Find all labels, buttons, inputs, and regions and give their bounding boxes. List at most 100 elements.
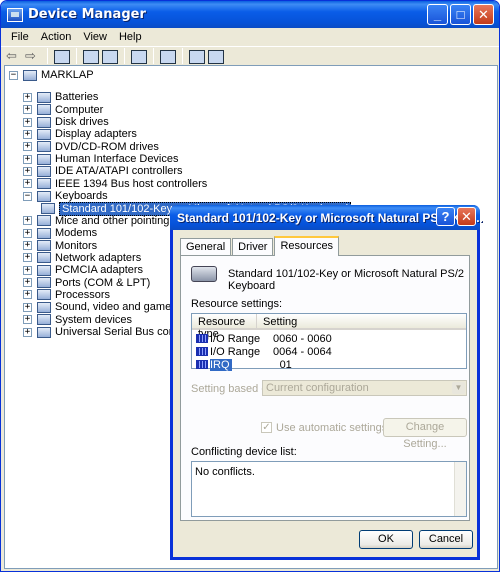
tree-item-label: Human Interface Devices [55,153,179,166]
expand-icon[interactable]: + [23,117,32,127]
device-category-icon [37,252,51,264]
toolbar-separator [153,48,154,64]
resource-icon [196,360,208,369]
tab-driver[interactable]: Driver [232,238,274,255]
resource-row[interactable]: I/O Range 0064 - 0064 [192,345,466,358]
tree-category-item[interactable]: + DVD/CD-ROM drives [23,141,159,153]
tree-category-item[interactable]: + Display adapters [23,128,137,140]
device-category-icon [37,116,51,128]
tree-category-item[interactable]: + Ports (COM & LPT) [23,277,150,289]
tree-item-label: Batteries [55,91,99,104]
conflict-scrollbar[interactable] [454,462,466,516]
menu-help[interactable]: Help [113,31,148,43]
maximize-button[interactable]: □ [450,4,471,25]
expand-icon[interactable]: + [23,129,32,139]
tree-category-item[interactable]: + PCMCIA adapters [23,264,143,276]
expand-icon[interactable]: + [23,228,32,238]
use-automatic-checkbox[interactable]: ✓ [261,422,272,433]
ok-button[interactable]: OK [359,530,413,549]
tree-category-item[interactable]: + Network adapters [23,252,141,264]
toolbar: ⇦ ⇨ [1,48,499,64]
tab-general[interactable]: General [180,238,232,255]
expand-icon[interactable]: + [23,154,32,164]
console-tree-icon[interactable] [54,49,70,64]
resource-row[interactable]: I/O Range 0060 - 0060 [192,332,466,345]
expand-icon[interactable]: + [23,216,32,226]
resource-type: I/O Range [210,332,261,345]
collapse-icon[interactable]: − [23,191,32,201]
expand-icon[interactable]: + [23,92,32,102]
tree-category-item[interactable]: + Human Interface Devices [23,153,179,165]
properties-icon[interactable] [83,49,99,64]
expand-icon[interactable]: + [23,327,32,337]
setting-based-on-select[interactable]: Current configuration ▼ [262,380,467,396]
expand-icon[interactable]: + [23,105,32,115]
cancel-button[interactable]: Cancel [419,530,473,549]
tree-category-item[interactable]: + System devices [23,314,132,326]
change-setting-button[interactable]: Change Setting... [383,418,467,450]
dialog-help-button[interactable]: ? [436,207,455,226]
tree-category-item[interactable]: + IEEE 1394 Bus host controllers [23,178,207,190]
tree-item-label: IEEE 1394 Bus host controllers [55,177,208,190]
tree-category-item[interactable]: + Monitors [23,240,97,252]
tree-item-label: Network adapters [55,251,142,264]
expand-icon[interactable]: + [23,265,32,275]
minimize-button[interactable]: _ [427,4,448,25]
expand-icon[interactable]: + [23,253,32,263]
resource-list[interactable]: Resource type Setting I/O Range 0060 - 0… [191,313,467,371]
tree-category-item[interactable]: + IDE ATA/ATAPI controllers [23,165,183,177]
tree-category-item[interactable]: + Computer [23,104,103,116]
tree-category-item[interactable]: + Disk drives [23,116,109,128]
tree-category-item[interactable]: + Batteries [23,91,98,103]
expand-icon[interactable]: + [23,241,32,251]
device-category-icon [37,128,51,140]
menu-view[interactable]: View [77,31,113,43]
device-category-icon [37,301,51,313]
expand-icon[interactable]: + [23,290,32,300]
expand-icon[interactable]: + [23,315,32,325]
expand-icon[interactable]: + [23,166,32,176]
tab-resources[interactable]: Resources [274,236,340,256]
resource-type: I/O Range [210,345,261,358]
tree-item-label: Ports (COM & LPT) [55,276,151,289]
expand-icon[interactable]: + [23,179,32,189]
title-bar[interactable]: Device Manager _ □ ✕ [1,1,499,28]
menu-file[interactable]: File [5,31,35,43]
conflict-list[interactable]: No conflicts. [191,461,467,517]
update-driver-icon[interactable] [189,49,205,64]
tree-category-item[interactable]: + Processors [23,289,110,301]
tab-strip: General Driver Resources [180,236,340,256]
print-icon[interactable] [102,49,118,64]
scan-hardware-icon[interactable] [160,49,176,64]
dialog-title-bar[interactable]: Standard 101/102-Key or Microsoft Natura… [170,205,483,230]
resource-row[interactable]: IRQ 01 [192,358,466,371]
column-resource-type[interactable]: Resource type [192,314,257,340]
tree-root[interactable]: − MARKLAP [9,69,94,81]
tree-root-label: MARKLAP [41,69,94,81]
device-category-icon [37,240,51,252]
tree-item-label: Monitors [55,239,98,252]
column-setting[interactable]: Setting [257,314,466,328]
device-category-icon [37,215,51,227]
close-button[interactable]: ✕ [473,4,494,25]
device-category-icon [37,165,51,177]
back-arrow-icon[interactable]: ⇦ [6,49,22,63]
collapse-icon[interactable]: − [9,70,18,80]
expand-icon[interactable]: + [23,142,32,152]
expand-icon[interactable]: + [23,278,32,288]
device-manager-icon [7,7,23,22]
tree-category-item[interactable]: − Keyboards [23,190,108,202]
chevron-down-icon[interactable]: ▼ [452,382,465,394]
keyboard-icon [191,266,217,282]
tree-category-item[interactable]: + Modems [23,227,97,239]
tree-item-label: System devices [55,313,133,326]
tree-item-label: Computer [55,103,104,116]
menu-action[interactable]: Action [35,31,78,43]
dialog-close-button[interactable]: ✕ [457,207,476,226]
tree-item-label: IDE ATA/ATAPI controllers [55,165,183,178]
uninstall-icon[interactable] [208,49,224,64]
expand-icon[interactable]: + [23,302,32,312]
help-icon[interactable] [131,49,147,64]
device-name: Standard 101/102-Key or Microsoft Natura… [228,268,465,292]
forward-arrow-icon[interactable]: ⇨ [25,49,41,63]
